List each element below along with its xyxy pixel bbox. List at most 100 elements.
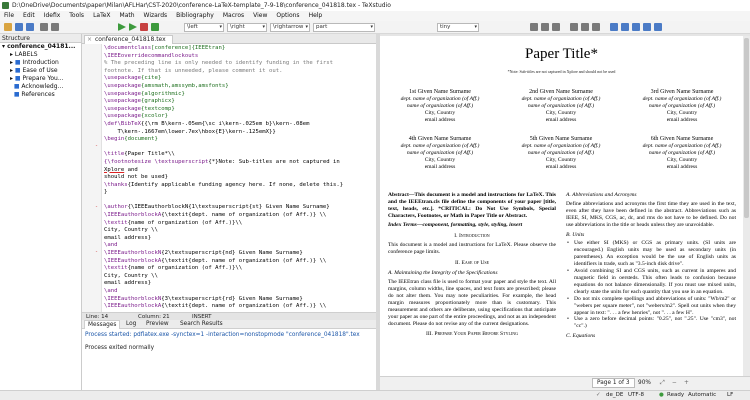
align-right-icon[interactable]	[592, 23, 600, 31]
encoding[interactable]: UTF-8	[628, 391, 644, 400]
undo-icon[interactable]	[40, 23, 48, 31]
fold-marker[interactable]: -	[95, 204, 99, 212]
tab-preview[interactable]: Preview	[146, 320, 169, 329]
compile-icon[interactable]	[129, 23, 137, 31]
underline-icon[interactable]	[552, 23, 560, 31]
redo-icon[interactable]	[51, 23, 59, 31]
menu-idefix[interactable]: Idefix	[44, 11, 61, 21]
code-line: \IEEEauthorblockN{2\textsuperscript{nd} …	[104, 250, 303, 257]
zoom-level[interactable]: 90%	[638, 377, 651, 390]
math-mode-icon[interactable]	[610, 23, 618, 31]
section-heading: I. Introduction	[454, 232, 490, 239]
code-line: City, Country \\	[104, 227, 158, 234]
code-line: \textit{name of organization (of Aff.)}\…	[104, 265, 243, 272]
language[interactable]: de_DE	[606, 391, 623, 400]
tree-item-acknowledgment[interactable]: ■ Acknowledg...	[0, 83, 81, 91]
font-size-select[interactable]: tiny ▾	[437, 23, 479, 32]
code-line: \usepackage{textcomp}	[104, 105, 175, 112]
left-delimiter-select[interactable]: \left ▾	[184, 23, 224, 32]
spellcheck-icon[interactable]: ✓	[596, 391, 601, 400]
fold-marker[interactable]: -	[95, 143, 99, 151]
open-file-icon[interactable]	[15, 23, 23, 31]
code-lines: \documentclass[conference]{IEEEtran} \IEE…	[104, 45, 372, 311]
window-title: D:\OneDrive\Documents\paper\Milan\AFLHar…	[12, 2, 391, 9]
code-line: \documentclass[conference]{IEEEtran}	[104, 45, 226, 51]
tree-item-prepare[interactable]: ▸ ■ Prepare You...	[0, 75, 81, 83]
code-line: \IEEEauthorblockA{\textit{dept. name of …	[104, 212, 327, 219]
code-line: \usepackage{graphicx}	[104, 98, 175, 105]
subscript-icon[interactable]	[621, 23, 629, 31]
zoom-fit-icon[interactable]: ⤢	[660, 377, 665, 390]
tab-conference-tex[interactable]: × conference_041818.tex	[84, 35, 173, 44]
line-ending[interactable]: LF	[727, 391, 733, 400]
tree-item-ease-of-use[interactable]: ▸ ■ Ease of Use	[0, 67, 81, 75]
sqrt-icon[interactable]	[654, 23, 662, 31]
tree-root[interactable]: ▾ conference_04181...	[0, 43, 81, 51]
menu-options[interactable]: Options	[276, 11, 299, 21]
subtitle-note: *Note: Sub-titles are not captured in Xp…	[507, 69, 616, 74]
fraction-icon[interactable]	[643, 23, 651, 31]
right-column: A. Abbreviations and Acronyms Define abb…	[566, 192, 736, 342]
build-view-icon[interactable]	[118, 23, 126, 31]
code-line: \and	[104, 242, 118, 249]
app-icon	[2, 2, 9, 9]
editor-status-bar: Line: 14 Column: 21 INSERT	[82, 312, 376, 320]
menu-edit[interactable]: Edit	[23, 11, 35, 21]
menu-file[interactable]: File	[4, 11, 14, 21]
units-bullet: • Use a zero before decimal points: "0.25…	[567, 316, 736, 330]
tree-item-references[interactable]: ■ References	[0, 91, 81, 99]
tab-log[interactable]: Log	[126, 320, 136, 329]
arrow-select[interactable]: \rightarrow ▾	[270, 23, 310, 32]
process-started-message: Process started: pdflatex.exe -synctex=1…	[85, 332, 360, 338]
pdf-scrollbar[interactable]	[743, 36, 750, 376]
menu-latex[interactable]: LaTeX	[93, 11, 110, 21]
zoom-out-icon[interactable]: −	[672, 377, 677, 390]
superscript-icon[interactable]	[632, 23, 640, 31]
code-line: \begin{document}	[104, 136, 158, 143]
menu-wizards[interactable]: Wizards	[144, 11, 168, 21]
section-heading: II. Ease of Use	[454, 260, 490, 267]
menu-bibliography[interactable]: Bibliography	[176, 11, 214, 21]
view-pdf-icon[interactable]	[151, 23, 159, 31]
fold-marker[interactable]: -	[95, 249, 99, 257]
ready-icon: ●	[659, 392, 664, 398]
tab-messages[interactable]: Messages	[84, 320, 121, 329]
right-delimiter-select[interactable]: \right ▾	[227, 23, 267, 32]
close-tab-icon[interactable]: ×	[87, 36, 92, 44]
sectioning-select[interactable]: part ▾	[313, 23, 375, 32]
zoom-in-icon[interactable]: +	[684, 377, 689, 390]
section-heading: III. Prepare Your Paper Before Styling	[425, 331, 519, 338]
code-line: }	[104, 189, 108, 196]
units-bullet: • Avoid combining SI and CGS units, such …	[567, 268, 736, 295]
pdf-scroll-thumb[interactable]	[744, 38, 749, 218]
code-line: \title{Paper Title*\\	[104, 151, 175, 158]
menu-macros[interactable]: Macros	[223, 11, 244, 21]
stop-icon[interactable]	[140, 23, 148, 31]
menu-tools[interactable]: Tools	[69, 11, 84, 21]
left-column: Abstract—This document is a model and in…	[388, 192, 556, 341]
align-center-icon[interactable]	[581, 23, 589, 31]
tree-item-introduction[interactable]: ▸ ■ Introduction	[0, 59, 81, 67]
italic-icon[interactable]	[541, 23, 549, 31]
new-file-icon[interactable]	[4, 23, 12, 31]
tab-search-results[interactable]: Search Results	[180, 320, 223, 329]
menu-math[interactable]: Math	[120, 11, 135, 21]
menu-view[interactable]: View	[253, 11, 267, 21]
index-terms: Index Terms—component, formatting, style…	[388, 221, 523, 228]
align-left-icon[interactable]	[570, 23, 578, 31]
abbrev-paragraph: Define abbreviations and acronyms the fi…	[566, 200, 736, 228]
code-editor[interactable]: - - - \documentclass[conference]{IEEEtra…	[82, 44, 376, 312]
tree-item-labels[interactable]: ▸ LABELS	[0, 51, 81, 59]
bold-icon[interactable]	[530, 23, 538, 31]
pdf-viewer[interactable]: Paper Title* *Note: Sub-titles are not c…	[380, 36, 743, 376]
pdf-status-bar: Page 1 of 3 90% ⤢ − +	[380, 376, 750, 390]
page-indicator[interactable]: Page 1 of 3	[592, 378, 635, 388]
toolbar: \left ▾ \right ▾ \rightarrow ▾ part ▾ tiny ▾	[0, 21, 750, 34]
menu-help[interactable]: Help	[309, 11, 323, 21]
save-icon[interactable]	[26, 23, 34, 31]
code-line: \textit{name of organization (of Aff.)}\…	[104, 219, 243, 226]
status-ready: Ready	[667, 392, 685, 398]
compile-mode[interactable]: Automatic	[688, 391, 716, 400]
